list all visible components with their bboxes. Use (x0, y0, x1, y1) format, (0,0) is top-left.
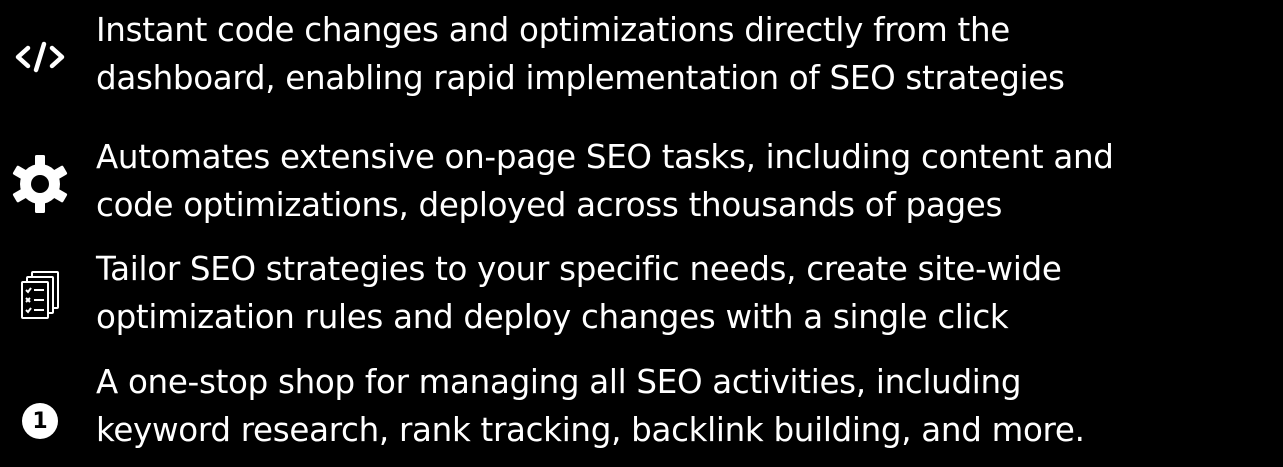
code-icon (0, 2, 80, 112)
feature-description: A one-stop shop for managing all SEO act… (96, 358, 1276, 454)
feature-item-custom-rules: Tailor SEO strategies to your specific n… (0, 241, 1283, 351)
checklist-documents-icon (0, 241, 80, 351)
number-one-icon: 1 (0, 354, 80, 464)
feature-item-automation: Automates extensive on-page SEO tasks, i… (0, 129, 1283, 239)
feature-description: Instant code changes and optimizations d… (96, 6, 1276, 102)
feature-text-line: keyword research, rank tracking, backlin… (96, 411, 1085, 449)
feature-description: Tailor SEO strategies to your specific n… (96, 245, 1276, 341)
feature-description: Automates extensive on-page SEO tasks, i… (96, 133, 1276, 229)
feature-item-one-stop-shop: 1 A one-stop shop for managing all SEO a… (0, 354, 1283, 464)
gear-icon (0, 129, 80, 239)
number-one-badge: 1 (22, 403, 58, 439)
feature-text-line: Automates extensive on-page SEO tasks, i… (96, 138, 1114, 176)
feature-text-line: optimization rules and deploy changes wi… (96, 298, 1009, 336)
feature-text-line: Instant code changes and optimizations d… (96, 11, 1010, 49)
feature-text-line: Tailor SEO strategies to your specific n… (96, 250, 1062, 288)
feature-text-line: dashboard, enabling rapid implementation… (96, 59, 1065, 97)
feature-item-code: Instant code changes and optimizations d… (0, 2, 1283, 112)
feature-text-line: code optimizations, deployed across thou… (96, 186, 1003, 224)
feature-text-line: A one-stop shop for managing all SEO act… (96, 363, 1022, 401)
